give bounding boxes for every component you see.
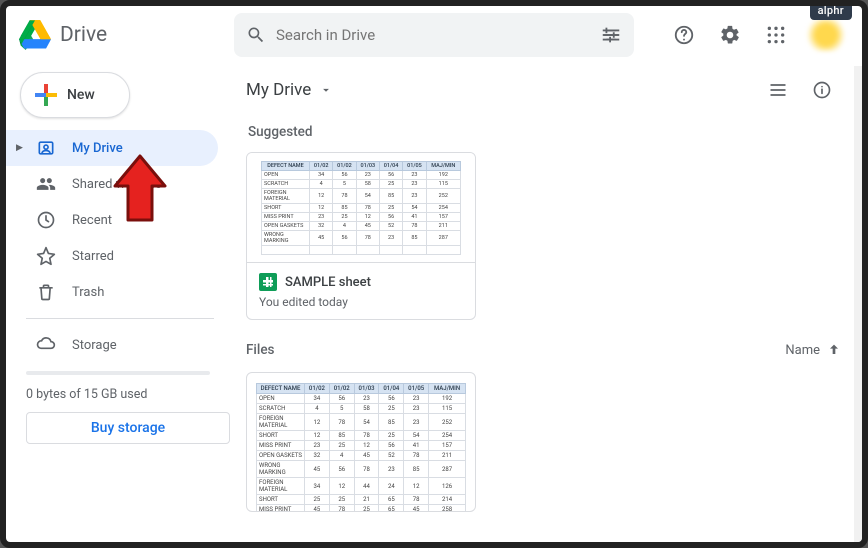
shared-icon [36, 174, 56, 194]
breadcrumb: My Drive [246, 70, 842, 110]
file-subtitle: You edited today [259, 295, 463, 309]
storage-text: 0 bytes of 15 GB used [26, 387, 210, 402]
sidebar-item-storage[interactable]: ▶ Storage [6, 327, 218, 363]
sidebar-item-label: Storage [72, 338, 117, 353]
suggested-file-card[interactable]: DEFECT NAME01/0201/0201/0301/0401/05MAJ/… [246, 152, 476, 320]
app-logo-group[interactable]: Drive [18, 20, 218, 50]
breadcrumb-title[interactable]: My Drive [246, 80, 311, 100]
sidebar-item-shared[interactable]: ▶ Shared with me [6, 166, 218, 202]
apps-button[interactable] [756, 15, 796, 55]
sidebar-item-recent[interactable]: ▶ Recent [6, 202, 218, 238]
drive-logo-icon [18, 20, 52, 50]
sidebar-item-label: My Drive [72, 141, 123, 156]
scrollbar[interactable] [854, 66, 862, 542]
help-button[interactable] [664, 15, 704, 55]
sidebar: New ▶ My Drive ▶ Shared with me ▶ Recent… [6, 64, 230, 542]
sort-button[interactable]: Name [785, 342, 842, 358]
info-icon [812, 80, 832, 100]
star-icon [36, 246, 56, 266]
buy-storage-button[interactable]: Buy storage [26, 412, 230, 444]
new-button-label: New [67, 87, 95, 103]
storage-bar [26, 371, 210, 375]
main-content: My Drive Suggested DEFECT NAME01/0201/02… [230, 64, 862, 542]
sheets-icon [259, 273, 277, 291]
my-drive-icon [36, 138, 56, 158]
trash-icon [36, 282, 56, 302]
search-options-icon[interactable] [600, 24, 622, 46]
recent-icon [36, 210, 56, 230]
gear-icon [719, 24, 741, 46]
account-avatar[interactable] [806, 19, 846, 51]
search-input[interactable] [276, 26, 590, 44]
cloud-icon [36, 335, 56, 355]
sidebar-item-trash[interactable]: ▶ Trash [6, 274, 218, 310]
details-button[interactable] [802, 70, 842, 110]
sort-label: Name [785, 343, 820, 358]
settings-button[interactable] [710, 15, 750, 55]
help-icon [673, 24, 695, 46]
sidebar-item-label: Trash [72, 285, 104, 300]
sidebar-item-label: Shared with me [72, 177, 162, 192]
search-icon [246, 25, 266, 45]
file-thumbnail: DEFECT NAME01/0201/0201/0301/0401/05MAJ/… [247, 153, 475, 263]
sidebar-item-label: Recent [72, 213, 112, 228]
sidebar-item-label: Starred [72, 249, 114, 264]
list-icon [768, 80, 788, 100]
file-title: SAMPLE sheet [285, 275, 371, 290]
file-grid-item[interactable]: DEFECT NAME01/0201/0201/0301/0401/05MAJ/… [246, 372, 476, 512]
new-button[interactable]: New [20, 72, 130, 118]
watermark-badge: alphr [810, 2, 852, 20]
apps-grid-icon [766, 25, 786, 45]
list-view-button[interactable] [758, 70, 798, 110]
arrow-up-icon [826, 342, 842, 358]
sidebar-item-my-drive[interactable]: ▶ My Drive [6, 130, 218, 166]
chevron-down-icon[interactable] [319, 83, 333, 97]
sidebar-separator [26, 318, 214, 319]
expand-icon[interactable]: ▶ [16, 143, 24, 153]
plus-icon [35, 84, 57, 106]
suggested-heading: Suggested [248, 124, 842, 140]
app-name: Drive [60, 23, 107, 47]
files-heading: Files [246, 342, 275, 358]
search-bar[interactable] [234, 13, 634, 57]
sidebar-item-starred[interactable]: ▶ Starred [6, 238, 218, 274]
top-bar: Drive [6, 6, 862, 64]
